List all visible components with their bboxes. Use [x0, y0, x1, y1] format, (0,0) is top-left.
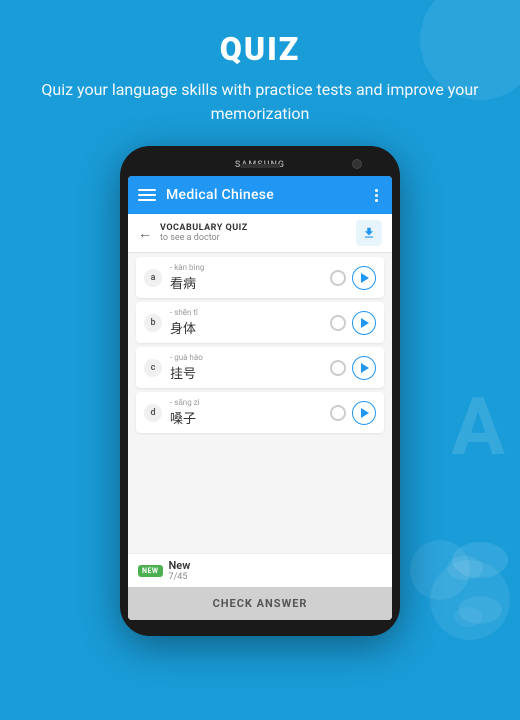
vocab-info: VOCABULARY QUIZ to see a doctor [160, 223, 356, 243]
play-button-c[interactable] [352, 356, 376, 380]
phone-screen: Medical Chinese ← VOCABULARY QUIZ to see… [128, 176, 392, 620]
check-answer-button[interactable]: CHECK ANSWER [128, 587, 392, 620]
quiz-title: QUIZ [40, 30, 480, 68]
download-button[interactable] [356, 220, 382, 246]
option-pinyin-d: - sǎng zi [170, 398, 330, 407]
new-badge: NEW [138, 565, 163, 577]
new-word-count: 7/45 [169, 572, 191, 582]
play-button-b[interactable] [352, 311, 376, 335]
phone-camera [352, 159, 362, 169]
toolbar-title: Medical Chinese [166, 187, 371, 203]
option-pinyin-a: - kàn bìng [170, 263, 330, 272]
option-chinese-d: 嗓子 [170, 408, 330, 427]
app-toolbar: Medical Chinese [128, 176, 392, 214]
options-list: a - kàn bìng 看病 b - shēn tǐ 身体 [128, 253, 392, 553]
play-icon-d [361, 408, 369, 418]
option-item-c[interactable]: c - guà hào 挂号 [136, 347, 384, 388]
download-icon [362, 226, 376, 240]
header-area: QUIZ Quiz your language skills with prac… [0, 0, 520, 146]
option-radio-c[interactable] [330, 360, 346, 376]
option-item-b[interactable]: b - shēn tǐ 身体 [136, 302, 384, 343]
phone-notch: SAMSUNG [128, 154, 392, 176]
new-word-info: New 7/45 [169, 559, 191, 582]
play-icon-a [361, 273, 369, 283]
option-item-d[interactable]: d - sǎng zi 嗓子 [136, 392, 384, 433]
option-chinese-b: 身体 [170, 318, 330, 337]
vocab-subtitle: to see a doctor [160, 233, 356, 243]
option-radio-a[interactable] [330, 270, 346, 286]
phone-wrapper: SAMSUNG Medical Chinese ← VOCABULARY QUI… [0, 146, 520, 636]
new-word-label: New [169, 559, 191, 572]
option-item-a[interactable]: a - kàn bìng 看病 [136, 257, 384, 298]
option-chinese-c: 挂号 [170, 363, 330, 382]
option-text-a: - kàn bìng 看病 [170, 263, 330, 292]
play-icon-c [361, 363, 369, 373]
option-radio-d[interactable] [330, 405, 346, 421]
option-radio-b[interactable] [330, 315, 346, 331]
option-text-b: - shēn tǐ 身体 [170, 308, 330, 337]
vocab-label: VOCABULARY QUIZ [160, 223, 356, 233]
option-text-c: - guà hào 挂号 [170, 353, 330, 382]
option-text-d: - sǎng zi 嗓子 [170, 398, 330, 427]
vocab-bar: ← VOCABULARY QUIZ to see a doctor [128, 214, 392, 253]
option-letter-b: b [144, 314, 162, 332]
more-vert-icon[interactable] [371, 185, 382, 206]
play-button-a[interactable] [352, 266, 376, 290]
option-letter-a: a [144, 269, 162, 287]
back-button[interactable]: ← [138, 225, 152, 242]
option-chinese-a: 看病 [170, 273, 330, 292]
bottom-area: NEW New 7/45 CHECK ANSWER [128, 553, 392, 620]
new-badge-bar: NEW New 7/45 [128, 553, 392, 587]
hamburger-menu-icon[interactable] [138, 189, 156, 201]
phone-speaker [240, 164, 280, 168]
phone-device: SAMSUNG Medical Chinese ← VOCABULARY QUI… [120, 146, 400, 636]
option-pinyin-c: - guà hào [170, 353, 330, 362]
option-letter-c: c [144, 359, 162, 377]
option-letter-d: d [144, 404, 162, 422]
play-button-d[interactable] [352, 401, 376, 425]
play-icon-b [361, 318, 369, 328]
header-subtitle: Quiz your language skills with practice … [40, 78, 480, 126]
option-pinyin-b: - shēn tǐ [170, 308, 330, 317]
